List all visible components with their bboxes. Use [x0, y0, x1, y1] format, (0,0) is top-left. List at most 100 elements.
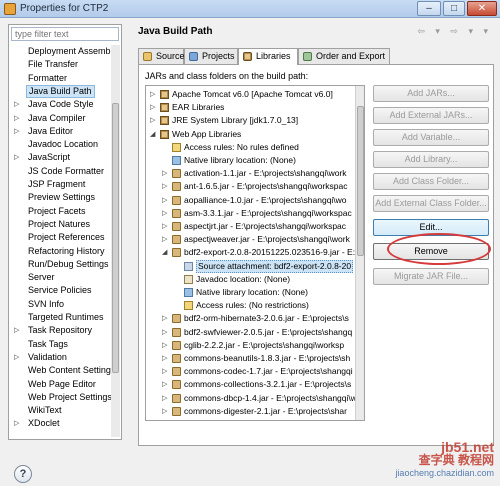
category-item[interactable]: ▷ XDoclet: [11, 417, 111, 430]
tree-row[interactable]: ▷ activation-1.1.jar - E:\projects\shangq…: [146, 167, 354, 180]
tree-row[interactable]: ▷ JRE System Library [jdk1.7.0_13]: [146, 114, 354, 127]
tab-libraries[interactable]: Libraries: [238, 48, 298, 65]
tree-row[interactable]: Native library location: (None): [146, 286, 354, 299]
category-item[interactable]: WikiText: [11, 404, 111, 417]
tree-row[interactable]: Native library location: (None): [146, 154, 354, 167]
tree-row[interactable]: ▷ aspectjweaver.jar - E:\projects\shangqi…: [146, 233, 354, 246]
expand-arrow-icon[interactable]: ▷: [162, 326, 167, 339]
history-nav-arrows[interactable]: ⇦ ▾ ⇨ ▾ ▾: [417, 26, 492, 37]
category-item[interactable]: ▷ JavaScript: [11, 151, 111, 164]
close-button[interactable]: ✕: [467, 1, 497, 16]
category-item[interactable]: Preview Settings: [11, 191, 111, 204]
tree-row[interactable]: ▷ commons-codec-1.7.jar - E:\projects\sha…: [146, 365, 354, 378]
expand-arrow-icon[interactable]: ▷: [162, 220, 167, 233]
expand-arrow-icon[interactable]: ▷: [162, 405, 167, 418]
expand-arrow-icon[interactable]: ▷: [162, 339, 167, 352]
tree-row[interactable]: ▷ Apache Tomcat v6.0 [Apache Tomcat v6.0]: [146, 88, 354, 101]
tree-row[interactable]: ◢ Web App Libraries: [146, 128, 354, 141]
category-item[interactable]: Refactoring History: [11, 245, 111, 258]
tree-row[interactable]: ▷ commons-beanutils-1.8.3.jar - E:\projec…: [146, 352, 354, 365]
category-item[interactable]: SVN Info: [11, 298, 111, 311]
scrollbar-thumb[interactable]: [357, 106, 364, 256]
expand-arrow-icon[interactable]: ▷: [162, 378, 167, 391]
tree-row[interactable]: ▷ aspectjrt.jar - E:\projects\shangqi\wor…: [146, 220, 354, 233]
scrollbar-thumb[interactable]: [112, 103, 119, 373]
tree-row[interactable]: ◢ bdf2-export-2.0.8-20151225.023516-9.jar…: [146, 246, 364, 259]
migrate-jar-button[interactable]: Migrate JAR File...: [373, 268, 489, 285]
expand-arrow-icon[interactable]: ▷: [14, 125, 19, 138]
category-item[interactable]: Project Facets: [11, 205, 111, 218]
category-item[interactable]: ▷ Java Compiler: [11, 112, 111, 125]
expand-arrow-icon[interactable]: ▷: [150, 114, 155, 127]
expand-arrow-icon[interactable]: ▷: [150, 88, 155, 101]
expand-arrow-icon[interactable]: ▷: [162, 194, 167, 207]
category-item[interactable]: File Transfer: [11, 58, 111, 71]
category-item[interactable]: ▷ Java Code Style: [11, 98, 111, 111]
expand-arrow-icon[interactable]: ▷: [162, 365, 167, 378]
category-item[interactable]: Web Content Settings: [11, 364, 111, 377]
expand-arrow-icon[interactable]: ▷: [14, 98, 19, 111]
category-item[interactable]: ▷ Validation: [11, 351, 111, 364]
expand-arrow-icon[interactable]: ▷: [162, 312, 167, 325]
edit-button[interactable]: Edit...: [373, 219, 489, 236]
expand-arrow-icon[interactable]: ▷: [162, 180, 167, 193]
tree-scrollbar[interactable]: [355, 86, 364, 420]
category-item[interactable]: Server: [11, 271, 111, 284]
expand-arrow-icon[interactable]: ◢: [150, 128, 155, 141]
category-item[interactable]: JS Code Formatter: [11, 165, 111, 178]
tree-row[interactable]: ▷ asm-3.3.1.jar - E:\projects\shangqi\wor…: [146, 207, 354, 220]
category-item[interactable]: JSP Fragment: [11, 178, 111, 191]
tree-row[interactable]: Access rules: No rules defined: [146, 141, 354, 154]
category-item[interactable]: Formatter: [11, 72, 111, 85]
library-tree[interactable]: ▷ Apache Tomcat v6.0 [Apache Tomcat v6.0]…: [145, 85, 365, 421]
tree-row[interactable]: Source attachment: bdf2-export-2.0.8-20: [146, 259, 354, 273]
minimize-button[interactable]: –: [417, 1, 441, 16]
add-jars-button[interactable]: Add JARs...: [373, 85, 489, 102]
tab-order-and-export[interactable]: Order and Export: [298, 48, 390, 64]
maximize-button[interactable]: □: [443, 1, 465, 16]
tab-projects[interactable]: Projects: [184, 48, 238, 64]
expand-arrow-icon[interactable]: ▷: [14, 324, 19, 337]
tree-row[interactable]: ▷ commons-digester-2.1.jar - E:\projects\…: [146, 405, 354, 418]
category-item[interactable]: ▷ Task Repository: [11, 324, 111, 337]
category-item[interactable]: Task Tags: [11, 338, 111, 351]
tree-row[interactable]: Access rules: (No restrictions): [146, 299, 354, 312]
category-item[interactable]: Service Policies: [11, 284, 111, 297]
category-item[interactable]: ▷ Java Editor: [11, 125, 111, 138]
expand-arrow-icon[interactable]: ▷: [14, 151, 19, 164]
tree-row[interactable]: ▷ EAR Libraries: [146, 101, 354, 114]
category-item[interactable]: Run/Debug Settings: [11, 258, 111, 271]
add-external-jars-button[interactable]: Add External JARs...: [373, 107, 489, 124]
add-class-folder-button[interactable]: Add Class Folder...: [373, 173, 489, 190]
tree-row[interactable]: ▷ commons-dbcp-1.4.jar - E:\projects\shan…: [146, 392, 357, 405]
category-item[interactable]: Web Project Settings: [11, 391, 111, 404]
tree-row[interactable]: ▷ aopalliance-1.0.jar - E:\projects\shang…: [146, 194, 354, 207]
tree-row[interactable]: ▷ ant-1.6.5.jar - E:\projects\shangqi\wor…: [146, 180, 354, 193]
category-item[interactable]: Deployment Assembly: [11, 45, 111, 58]
help-icon[interactable]: ?: [14, 465, 32, 483]
add-library-button[interactable]: Add Library...: [373, 151, 489, 168]
category-item[interactable]: Project References: [11, 231, 111, 244]
expand-arrow-icon[interactable]: ▷: [162, 207, 167, 220]
expand-arrow-icon[interactable]: ▷: [162, 233, 167, 246]
expand-arrow-icon[interactable]: ▷: [14, 417, 19, 430]
category-scrollbar[interactable]: [111, 45, 120, 437]
category-item[interactable]: Targeted Runtimes: [11, 311, 111, 324]
tree-row[interactable]: Javadoc location: (None): [146, 273, 354, 286]
expand-arrow-icon[interactable]: ▷: [162, 167, 167, 180]
expand-arrow-icon[interactable]: ▷: [150, 101, 155, 114]
add-external-class-folder-button[interactable]: Add External Class Folder...: [373, 195, 489, 212]
add-variable-button[interactable]: Add Variable...: [373, 129, 489, 146]
tab-source[interactable]: Source: [138, 48, 185, 64]
expand-arrow-icon[interactable]: ▷: [14, 351, 19, 364]
tree-row[interactable]: ▷ cglib-2.2.2.jar - E:\projects\shangqi\w…: [146, 339, 354, 352]
filter-input[interactable]: [11, 27, 119, 41]
expand-arrow-icon[interactable]: ▷: [162, 392, 167, 405]
expand-arrow-icon[interactable]: ◢: [162, 246, 167, 259]
remove-button[interactable]: Remove: [373, 243, 489, 260]
tree-row[interactable]: ▷ commons-collections-3.2.1.jar - E:\proj…: [146, 378, 354, 391]
expand-arrow-icon[interactable]: ▷: [14, 112, 19, 125]
category-item[interactable]: Project Natures: [11, 218, 111, 231]
expand-arrow-icon[interactable]: ▷: [162, 352, 167, 365]
category-item[interactable]: Java Build Path: [11, 84, 111, 98]
